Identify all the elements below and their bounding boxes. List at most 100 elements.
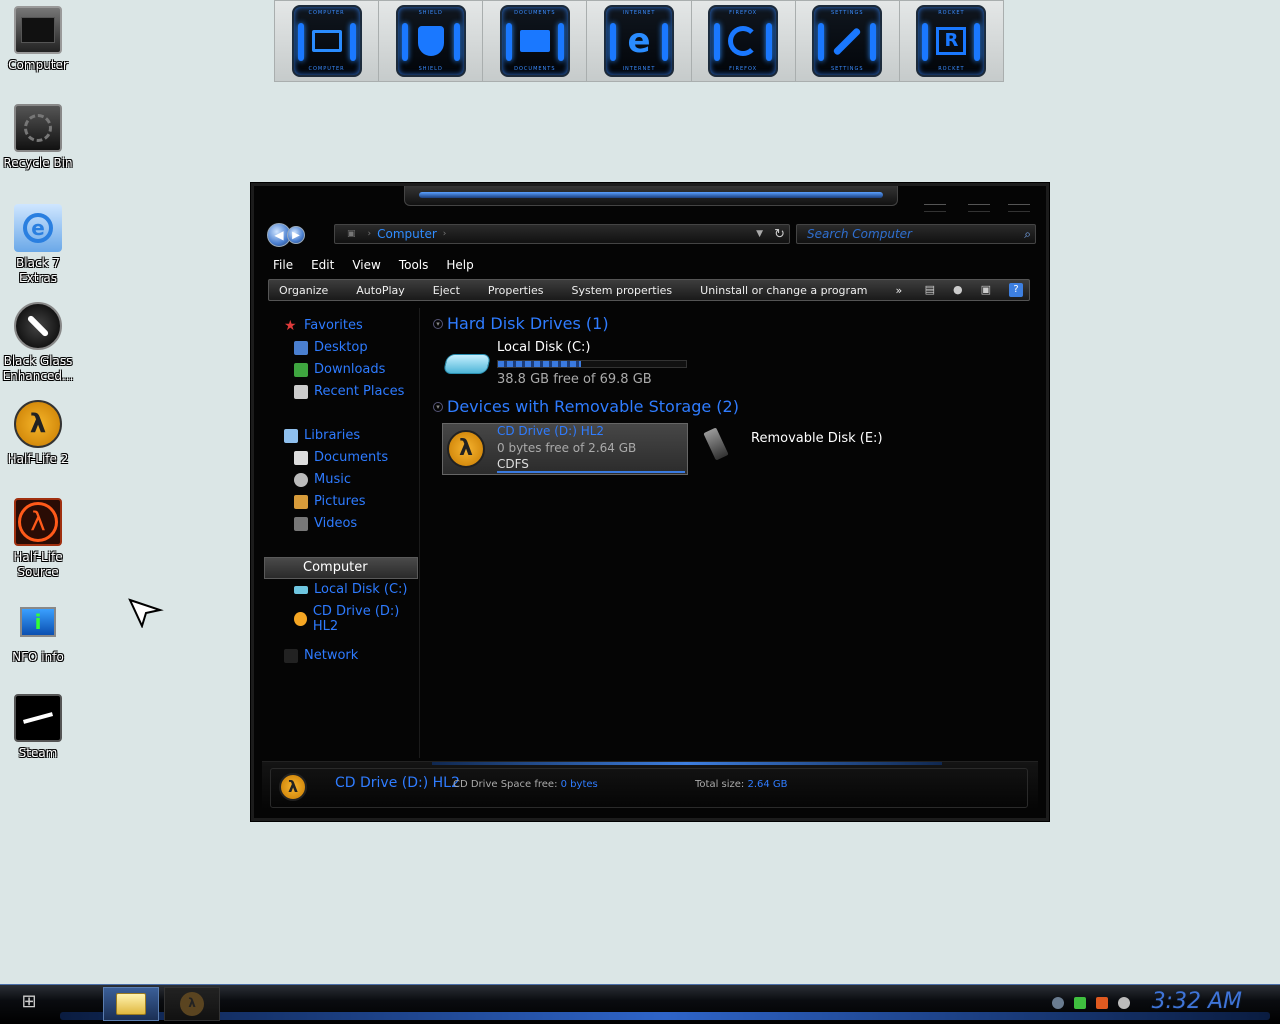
- nav-label: Pictures: [314, 494, 366, 509]
- collapse-icon[interactable]: ▾: [433, 401, 443, 412]
- desktop-icon-half-life-source[interactable]: λ Half-Life Source: [0, 498, 76, 580]
- system-properties-button[interactable]: System properties: [558, 284, 687, 297]
- more-commands-button[interactable]: »: [882, 284, 917, 297]
- dock-item-internet[interactable]: INTERNET e INTERNET: [587, 1, 692, 81]
- breadcrumb-chevron-icon[interactable]: ›: [368, 229, 372, 239]
- dock-caption: DOCUMENTS: [514, 66, 556, 72]
- nav-desktop[interactable]: Desktop: [294, 340, 368, 355]
- menu-view[interactable]: View: [343, 256, 389, 274]
- nav-label: Music: [314, 472, 351, 487]
- breadcrumb-chevron-icon[interactable]: ›: [443, 229, 447, 239]
- wrench-icon: SETTINGS SETTINGS: [812, 5, 883, 77]
- group-header-hard-disks[interactable]: ▾ Hard Disk Drives (1): [433, 314, 609, 333]
- dock-item-computer[interactable]: COMPUTER COMPUTER: [275, 1, 380, 81]
- taskbar-clock[interactable]: 3:32 AM: [1152, 989, 1242, 1014]
- drive-free-space: 38.8 GB free of 69.8 GB: [497, 372, 652, 387]
- back-forward-buttons: ◀ ▶: [267, 222, 311, 248]
- hard-disk-icon: [294, 585, 308, 594]
- desktop-icon-label: Black 7 Extras: [16, 256, 60, 285]
- forward-arrow-icon[interactable]: ▶: [287, 226, 305, 244]
- taskbar-explorer-button[interactable]: [103, 987, 159, 1021]
- dock-item-rocket[interactable]: ROCKET R ROCKET: [899, 1, 1003, 81]
- nav-favorites[interactable]: ★ Favorites: [284, 318, 363, 333]
- drive-name: Removable Disk (E:): [751, 431, 883, 446]
- menu-edit[interactable]: Edit: [302, 256, 343, 274]
- nav-computer[interactable]: Computer: [264, 557, 418, 579]
- search-input[interactable]: Search Computer ⌕: [796, 224, 1036, 244]
- menu-file[interactable]: File: [264, 256, 302, 274]
- window-titlebar[interactable]: [254, 186, 1046, 216]
- desktop-icon-half-life-2[interactable]: λ Half-Life 2: [0, 400, 76, 467]
- uninstall-program-button[interactable]: Uninstall or change a program: [686, 284, 881, 297]
- libraries-icon: [284, 428, 298, 443]
- group-header-removable[interactable]: ▾ Devices with Removable Storage (2): [433, 397, 739, 416]
- recent-places-icon: [294, 384, 308, 399]
- disk-usage-bar: [497, 360, 687, 368]
- half-life-source-icon: λ: [14, 498, 62, 546]
- properties-button[interactable]: Properties: [474, 284, 558, 297]
- dock-caption: FIREFOX: [729, 66, 758, 72]
- pictures-icon: [294, 494, 308, 509]
- nav-network[interactable]: Network: [284, 648, 358, 663]
- nav-documents[interactable]: Documents: [294, 450, 388, 465]
- title-glow-slot: [404, 186, 898, 206]
- usb-drive-icon: [703, 427, 729, 461]
- minimize-button[interactable]: [924, 204, 946, 212]
- change-view-icon[interactable]: ▤: [925, 283, 935, 297]
- organize-button[interactable]: Organize: [269, 284, 342, 297]
- network-tray-icon[interactable]: [1052, 997, 1064, 1009]
- volume-tray-icon[interactable]: [1118, 997, 1130, 1009]
- nav-cd-drive-d[interactable]: CD Drive (D:) HL2: [294, 604, 419, 634]
- drive-tile-c[interactable]: Local Disk (C:) 38.8 GB free of 69.8 GB: [442, 338, 703, 388]
- desktop-icon-label: Steam: [18, 746, 58, 760]
- monitor-icon: COMPUTER COMPUTER: [291, 5, 362, 77]
- menu-help[interactable]: Help: [437, 256, 482, 274]
- collapse-icon[interactable]: ▾: [433, 318, 443, 329]
- nav-pictures[interactable]: Pictures: [294, 494, 365, 509]
- autoplay-button[interactable]: AutoPlay: [342, 284, 418, 297]
- drive-tile-e[interactable]: Removable Disk (E:): [703, 423, 907, 473]
- menu-tools[interactable]: Tools: [390, 256, 438, 274]
- start-button[interactable]: ⊞: [4, 991, 54, 1019]
- help-icon[interactable]: ?: [1009, 283, 1023, 297]
- downloads-icon: [294, 362, 308, 377]
- nav-videos[interactable]: Videos: [294, 516, 357, 531]
- dock-item-documents[interactable]: DOCUMENTS DOCUMENTS: [483, 1, 588, 81]
- nav-downloads[interactable]: Downloads: [294, 362, 385, 377]
- breadcrumb-computer[interactable]: Computer: [377, 227, 437, 241]
- app-tray-icon[interactable]: [1096, 997, 1108, 1009]
- folder-icon: DOCUMENTS DOCUMENTS: [499, 5, 570, 77]
- nav-label: Desktop: [314, 340, 368, 355]
- dock-item-firefox[interactable]: FIREFOX FIREFOX: [691, 1, 796, 81]
- details-drive-name: CD Drive (D:) HL2: [335, 775, 460, 791]
- eject-button[interactable]: Eject: [419, 284, 474, 297]
- close-button[interactable]: [1008, 204, 1030, 212]
- view-options-icon[interactable]: ●: [953, 283, 963, 297]
- dock-item-settings[interactable]: SETTINGS SETTINGS: [795, 1, 900, 81]
- dock-caption: ROCKET: [938, 10, 965, 16]
- desktop-icon-black7-extras[interactable]: e Black 7 Extras: [0, 204, 76, 286]
- maximize-button[interactable]: [968, 204, 990, 212]
- refresh-icon[interactable]: ↻: [774, 227, 785, 242]
- search-icon[interactable]: ⌕: [1024, 225, 1031, 243]
- desktop-icon-label: Black Glass Enhanced...: [2, 354, 74, 383]
- chevron-down-icon[interactable]: ▼: [756, 229, 763, 239]
- nav-recent-places[interactable]: Recent Places: [294, 384, 404, 399]
- drive-tile-d-selected[interactable]: λ CD Drive (D:) HL2 0 bytes free of 2.64…: [442, 423, 688, 475]
- desktop-icon-steam[interactable]: Steam: [0, 694, 76, 761]
- desktop-icon-black-glass[interactable]: Black Glass Enhanced...: [0, 302, 76, 384]
- desktop-icon-computer[interactable]: Computer: [0, 6, 76, 73]
- address-bar[interactable]: ▣ › Computer › ▼ ↻: [334, 224, 790, 244]
- desktop-icon-recycle-bin[interactable]: Recycle Bin: [0, 104, 76, 171]
- nav-music[interactable]: Music: [294, 472, 351, 487]
- taskbar-half-life-button[interactable]: λ: [164, 987, 220, 1021]
- nav-local-disk-c[interactable]: Local Disk (C:): [294, 582, 407, 597]
- videos-icon: [294, 516, 308, 531]
- network-icon: [284, 648, 298, 663]
- dock-item-shield[interactable]: SHIELD SHIELD: [379, 1, 484, 81]
- dock-caption: INTERNET: [622, 10, 656, 16]
- desktop-icon-nfo-info[interactable]: i NFO info: [0, 598, 76, 665]
- flag-tray-icon[interactable]: [1074, 997, 1086, 1009]
- preview-pane-icon[interactable]: ▣: [981, 283, 991, 297]
- nav-libraries[interactable]: Libraries: [284, 428, 360, 443]
